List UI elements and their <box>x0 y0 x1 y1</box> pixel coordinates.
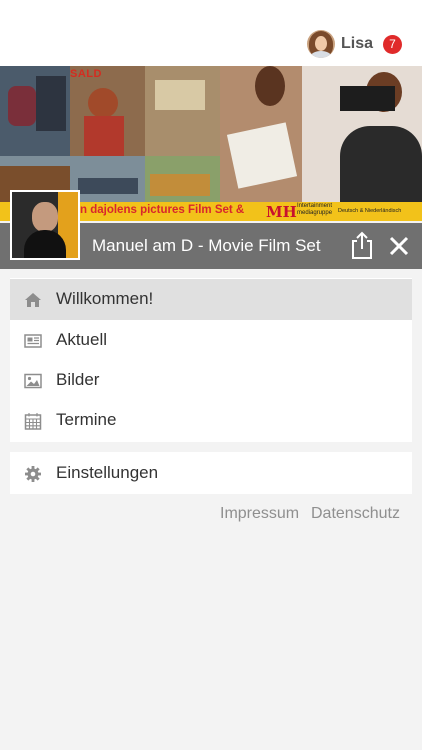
banner-strip-right-text: Deutsch & Niederländisch <box>338 208 402 214</box>
share-button[interactable] <box>349 230 375 260</box>
menu-item-label: Bilder <box>56 370 100 389</box>
banner-logo-subtext: Intertainment mediagruppe <box>297 203 333 216</box>
menu-item-termine[interactable]: Termine <box>10 400 412 441</box>
home-icon <box>25 293 41 307</box>
close-button[interactable] <box>386 233 412 259</box>
menu-item-einstellungen[interactable]: Einstellungen <box>10 453 412 494</box>
user-avatar[interactable] <box>306 30 335 58</box>
settings-menu: Einstellungen <box>10 452 412 494</box>
footer-links: Impressum Datenschutz <box>0 505 422 527</box>
menu-item-bilder[interactable]: Bilder <box>10 360 412 401</box>
close-icon <box>389 236 409 256</box>
page-avatar-thumbnail <box>10 190 80 260</box>
share-icon <box>352 231 372 259</box>
datenschutz-link[interactable]: Datenschutz <box>311 505 400 523</box>
menu-item-label: Einstellungen <box>56 463 159 482</box>
image-icon <box>24 373 42 389</box>
calendar-icon <box>24 413 42 430</box>
banner-logo: MH <box>266 203 297 221</box>
menu-item-label: Aktuell <box>56 330 108 349</box>
main-menu: Willkommen! Aktuell Bilder Termine <box>10 278 412 442</box>
gear-icon <box>25 466 41 482</box>
notification-badge[interactable]: 7 <box>383 34 402 54</box>
banner-strip-text: n dajolens pictures Film Set & <box>80 204 245 216</box>
menu-item-willkommen[interactable]: Willkommen! <box>10 279 412 320</box>
newspaper-icon <box>24 334 42 348</box>
top-bar: Lisa 7 <box>0 0 422 66</box>
menu-item-label: Willkommen! <box>56 289 154 308</box>
user-name[interactable]: Lisa <box>341 35 373 53</box>
impressum-link[interactable]: Impressum <box>220 505 299 523</box>
menu-item-label: Termine <box>56 410 117 429</box>
page-title: Manuel am D - Movie Film Set <box>92 236 321 255</box>
banner-title: SALD <box>70 68 102 80</box>
user-menu[interactable]: Lisa 7 <box>306 30 402 58</box>
menu-item-aktuell[interactable]: Aktuell <box>10 320 412 361</box>
